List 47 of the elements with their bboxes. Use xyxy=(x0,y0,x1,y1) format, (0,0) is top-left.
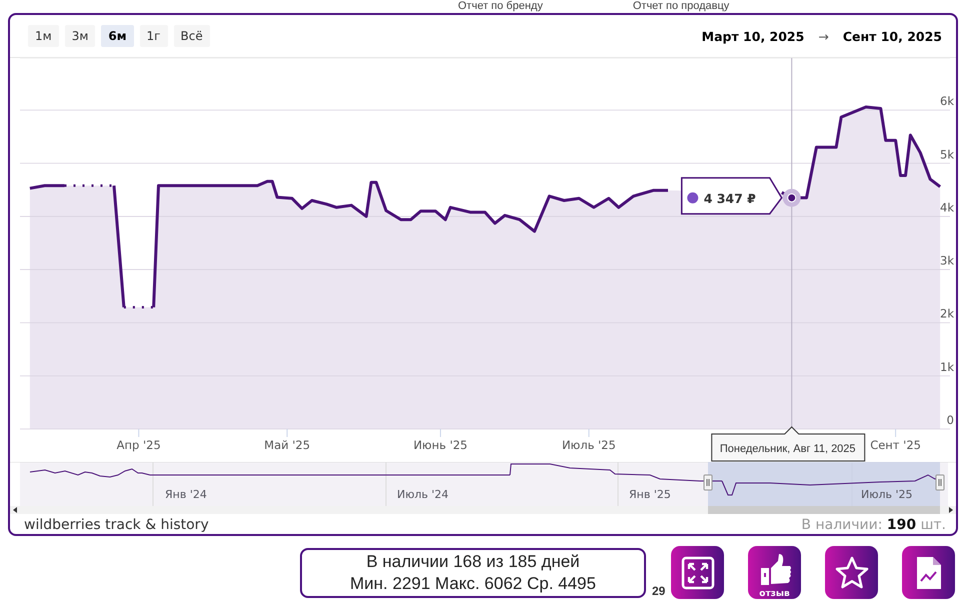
range-separator: → xyxy=(818,28,829,44)
navigator-label: Янв '24 xyxy=(165,488,207,501)
x-axis-label: Июль '25 xyxy=(562,438,616,452)
stats-line: Мин. 2291 Макс. 6062 Ср. 4495 xyxy=(350,572,596,594)
scrollbar-thumb[interactable] xyxy=(708,506,940,514)
navigator-label: Июль '24 xyxy=(397,488,449,501)
start-date[interactable]: Март 10, 2025 xyxy=(702,28,804,44)
end-date[interactable]: Сент 10, 2025 xyxy=(842,28,942,44)
date-tooltip: Понедельник, Авг 11, 2025 xyxy=(711,426,866,462)
range-button[interactable]: 6м xyxy=(101,25,134,47)
annotation: 4 347 ₽ xyxy=(704,190,756,206)
stock-count: В наличии: 190 шт. xyxy=(801,516,946,532)
navigator-handle[interactable] xyxy=(704,474,712,490)
review-button[interactable]: отзыв xyxy=(748,546,801,599)
favorite-button[interactable] xyxy=(825,546,878,599)
star-icon xyxy=(834,554,870,590)
y-axis-label: 5k xyxy=(940,147,954,162)
navigator-selection[interactable] xyxy=(708,462,940,506)
y-axis-label: 2k xyxy=(940,306,954,321)
navigator-label: Июль '25 xyxy=(861,488,913,501)
x-axis-label: Сент '25 xyxy=(870,438,921,452)
report-button[interactable] xyxy=(902,546,955,599)
range-button[interactable]: 1г xyxy=(140,25,168,47)
expand-button[interactable] xyxy=(671,546,724,599)
partial-text: 29 xyxy=(652,584,666,598)
range-button[interactable]: 1м xyxy=(28,25,59,47)
scroll-right-icon[interactable] xyxy=(949,507,953,513)
y-axis-label: 1k xyxy=(940,360,954,374)
x-axis-label: Апр '25 xyxy=(116,438,161,452)
value-tooltip: 4 347 ₽ xyxy=(680,177,783,215)
stats-line: В наличии 168 из 185 дней xyxy=(366,550,580,572)
navigator-handle[interactable] xyxy=(936,474,944,490)
x-axis-label: Июнь '25 xyxy=(413,438,468,452)
range-button[interactable]: Всё xyxy=(174,25,210,47)
y-axis-label: 4k xyxy=(940,200,954,214)
y-axis-label: 3k xyxy=(940,254,954,268)
y-axis-label: 0 xyxy=(946,413,954,427)
navigator-label: Янв '25 xyxy=(629,488,671,501)
hover-point xyxy=(782,188,801,207)
y-axis-label: 6k xyxy=(940,94,954,108)
x-axis-label: Май '25 xyxy=(264,438,310,452)
brand-caption: wildberries track & history xyxy=(24,516,209,532)
scroll-left-icon[interactable] xyxy=(13,507,17,513)
report-link[interactable]: Отчет по бренду xyxy=(458,0,543,13)
expand-icon xyxy=(680,556,714,590)
range-button[interactable]: 3м xyxy=(64,25,96,47)
report-link[interactable]: Отчет по продавцу xyxy=(632,0,730,13)
